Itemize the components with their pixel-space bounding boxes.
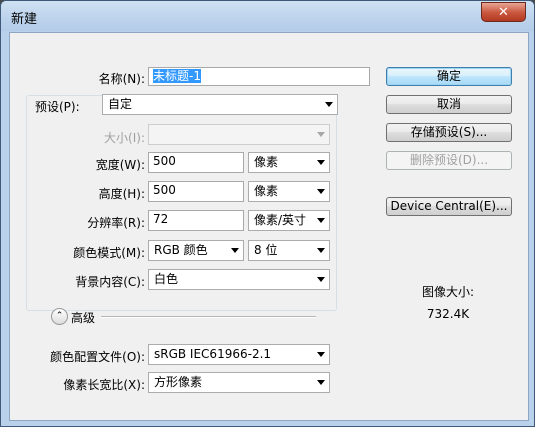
dialog-body: 名称(N): 未标题-1 预设(P): 自定 大小(I): 宽度(W): 500…: [9, 32, 529, 421]
height-label: 高度(H):: [98, 187, 145, 201]
width-unit-select[interactable]: 像素: [248, 152, 330, 173]
resolution-input[interactable]: 72: [148, 210, 244, 231]
chevron-down-icon: [325, 102, 333, 107]
name-input-value: 未标题-1: [153, 69, 201, 83]
size-label: 大小(I):: [104, 131, 145, 145]
bit-depth-value: 8 位: [254, 243, 278, 257]
height-input[interactable]: 500: [148, 181, 244, 202]
bit-depth-select[interactable]: 8 位: [248, 240, 330, 261]
chevron-down-icon: [317, 277, 325, 282]
advanced-toggle-button[interactable]: ⌃: [51, 308, 68, 325]
width-unit-value: 像素: [254, 155, 279, 169]
advanced-divider: [101, 316, 316, 318]
cancel-button[interactable]: 取消: [386, 95, 512, 114]
color-profile-label: 颜色配置文件(O):: [50, 350, 145, 364]
pixel-aspect-value: 方形像素: [154, 375, 203, 389]
chevron-down-icon: [317, 132, 325, 137]
new-document-dialog: 新建 ✕ 名称(N): 未标题-1 预设(P): 自定 大小(I): 宽度(W)…: [0, 0, 535, 427]
resolution-unit-value: 像素/英寸: [254, 213, 307, 227]
close-button[interactable]: ✕: [481, 2, 526, 22]
chevron-down-icon: [317, 352, 325, 357]
close-icon: ✕: [498, 4, 509, 20]
resolution-label: 分辨率(R):: [87, 216, 145, 230]
name-input[interactable]: 未标题-1: [148, 67, 370, 86]
chevron-down-icon: [317, 189, 325, 194]
save-preset-button[interactable]: 存储预设(S)...: [386, 123, 512, 142]
title-bar[interactable]: 新建 ✕: [1, 1, 534, 31]
background-value: 白色: [154, 272, 179, 286]
color-mode-value: RGB 颜色: [154, 243, 208, 257]
pixel-aspect-label: 像素长宽比(X):: [63, 378, 145, 392]
chevron-down-icon: [231, 248, 239, 253]
width-input[interactable]: 500: [148, 152, 244, 173]
color-mode-select[interactable]: RGB 颜色: [148, 240, 244, 261]
preset-select-value: 自定: [108, 97, 133, 111]
ok-button[interactable]: 确定: [386, 67, 512, 86]
preset-label: 预设(P):: [32, 98, 83, 115]
chevron-down-icon: [317, 248, 325, 253]
advanced-label: 高级: [71, 311, 96, 325]
background-select[interactable]: 白色: [148, 269, 330, 290]
dialog-title: 新建: [11, 12, 38, 27]
delete-preset-button: 删除预设(D)...: [386, 151, 512, 170]
name-label: 名称(N):: [98, 72, 145, 86]
device-central-button[interactable]: Device Central(E)...: [386, 197, 512, 216]
chevron-down-icon: [317, 380, 325, 385]
chevron-up-icon: ⌃: [55, 311, 64, 321]
color-mode-label: 颜色模式(M):: [73, 246, 145, 260]
chevron-down-icon: [317, 160, 325, 165]
image-size-label: 图像大小:: [421, 285, 475, 299]
color-profile-value: sRGB IEC61966-2.1: [154, 347, 272, 361]
preset-select[interactable]: 自定: [102, 94, 338, 115]
chevron-down-icon: [317, 218, 325, 223]
background-label: 背景内容(C):: [75, 275, 145, 289]
image-size-value: 732.4K: [426, 307, 470, 321]
width-label: 宽度(W):: [95, 158, 145, 172]
pixel-aspect-select[interactable]: 方形像素: [148, 372, 330, 393]
resolution-unit-select[interactable]: 像素/英寸: [248, 210, 330, 231]
height-unit-select[interactable]: 像素: [248, 181, 330, 202]
color-profile-select[interactable]: sRGB IEC61966-2.1: [148, 344, 330, 365]
height-unit-value: 像素: [254, 184, 279, 198]
size-select: [148, 124, 330, 145]
